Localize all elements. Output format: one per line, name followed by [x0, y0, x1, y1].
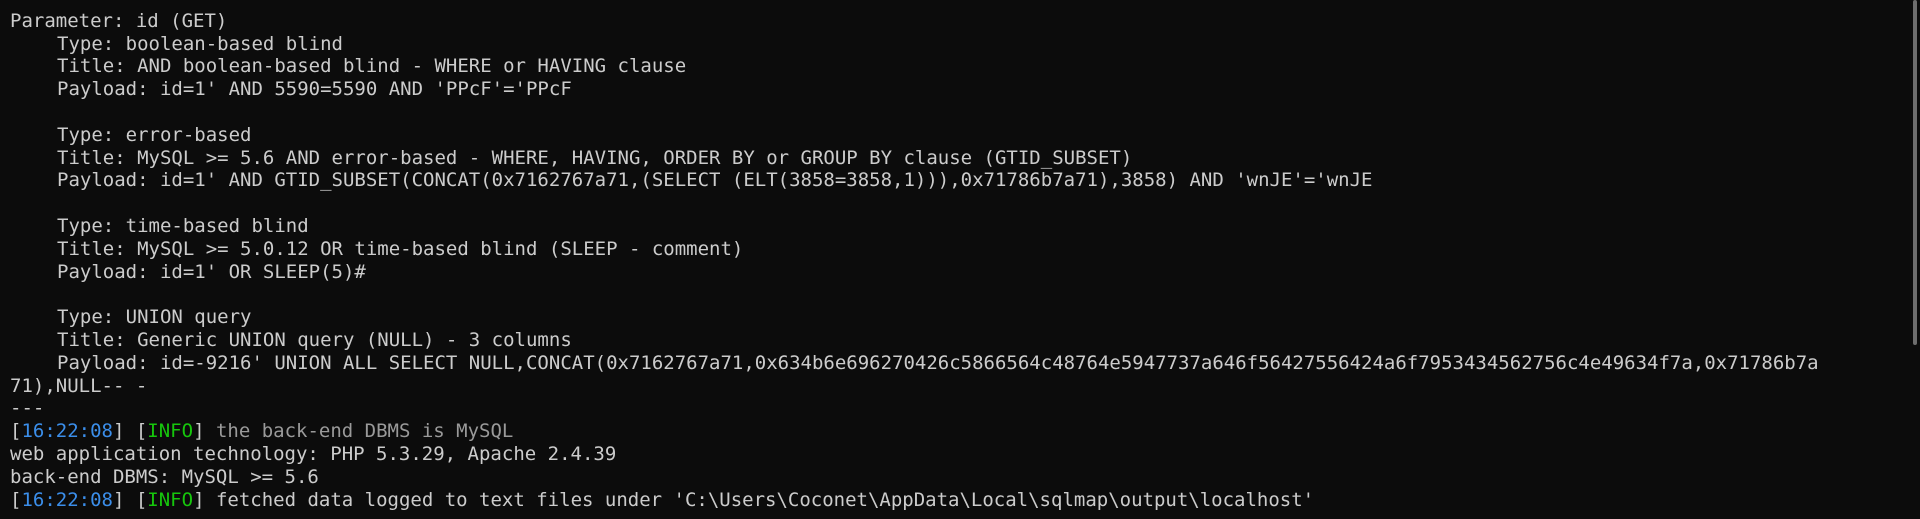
- injection-title: Title: AND boolean-based blind - WHERE o…: [57, 55, 687, 78]
- injection-type: Type: UNION query: [57, 306, 252, 329]
- log-line-dbms: [16:22:08] [INFO] the back-end DBMS is M…: [10, 420, 1894, 443]
- scrollbar[interactable]: [1906, 0, 1920, 519]
- log-line-fetched: [16:22:08] [INFO] fetched data logged to…: [10, 489, 1894, 512]
- log-message: the back-end DBMS is MySQL: [204, 420, 514, 443]
- bracket: ] [: [112, 420, 148, 443]
- injection-payload: Payload: id=1' AND GTID_SUBSET(CONCAT(0x…: [57, 169, 1373, 192]
- log-level: INFO: [147, 488, 194, 511]
- bracket: ]: [193, 488, 205, 511]
- injection-type: Type: boolean-based blind: [57, 32, 343, 55]
- terminal-output: --- Parameter: id (GET) Type: boolean-ba…: [10, 0, 1894, 511]
- injection-title: Title: MySQL >= 5.0.12 OR time-based bli…: [57, 237, 744, 260]
- injection-title: Title: Generic UNION query (NULL) - 3 co…: [57, 328, 572, 351]
- injection-payload: Payload: id=-9216' UNION ALL SELECT NULL…: [57, 351, 1819, 374]
- bracket: ]: [193, 420, 205, 443]
- separator-bottom: ---: [10, 397, 45, 420]
- log-line-technology: web application technology: PHP 5.3.29, …: [10, 442, 617, 465]
- bracket: ] [: [112, 488, 148, 511]
- injection-type: Type: error-based: [57, 123, 252, 146]
- log-line-backend: back-end DBMS: MySQL >= 5.6: [10, 465, 319, 488]
- injection-payload: Payload: id=1' OR SLEEP(5)#: [57, 260, 366, 283]
- injection-title: Title: MySQL >= 5.6 AND error-based - WH…: [57, 146, 1133, 169]
- log-level: INFO: [147, 420, 194, 443]
- injection-payload-wrap: 71),NULL-- -: [10, 374, 148, 397]
- bracket: [: [10, 488, 22, 511]
- injection-payload: Payload: id=1' AND 5590=5590 AND 'PPcF'=…: [57, 78, 572, 101]
- log-message: fetched data logged to text files under …: [204, 488, 1315, 511]
- terminal-window[interactable]: --- Parameter: id (GET) Type: boolean-ba…: [0, 0, 1920, 519]
- scrollbar-thumb[interactable]: [1913, 0, 1917, 345]
- bracket: [: [10, 420, 22, 443]
- parameter-line: Parameter: id (GET): [10, 9, 228, 32]
- log-timestamp: 16:22:08: [21, 488, 113, 511]
- log-timestamp: 16:22:08: [21, 420, 113, 443]
- injection-type: Type: time-based blind: [57, 214, 309, 237]
- separator-top: ---: [10, 0, 1894, 10]
